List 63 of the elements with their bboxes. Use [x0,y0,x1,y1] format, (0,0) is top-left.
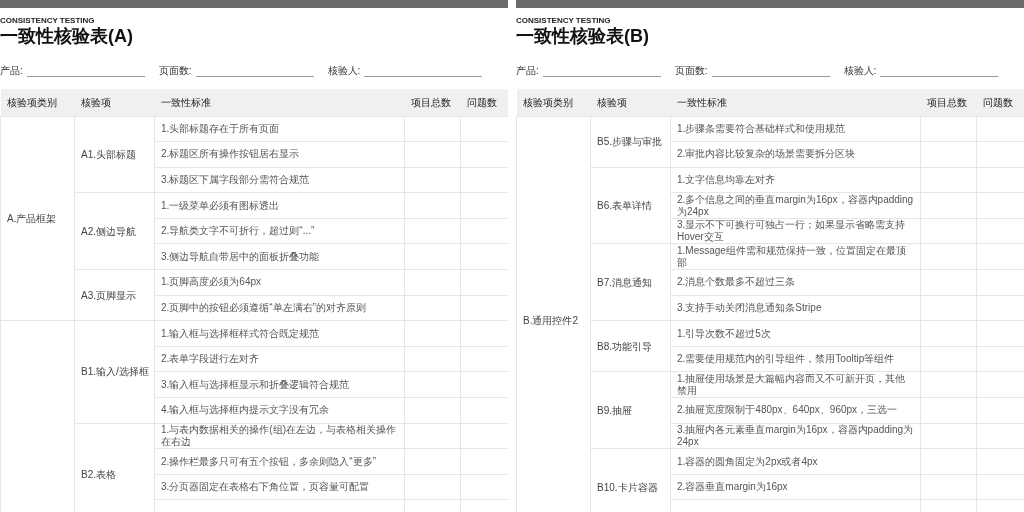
criterion-text: 1.头部标题存在于所有页面 [161,122,280,134]
column-header: 核验项 [74,89,155,116]
column-header: 核验项类别 [516,89,591,116]
criterion-text: 3.标题区下属字段部分需符合规范 [161,174,310,185]
item-label: A3.页脚显示 [81,289,136,301]
criterion-text: 2.容器垂直margin为16px [677,481,788,493]
item-label: B6.表单详情 [597,200,652,212]
field-label: 产品: [516,65,539,77]
criterion-text: 3.支持手动关闭消息通知条Stripe [677,301,822,313]
criterion-text: 2.导航类文字不可折行，超过则“...” [161,225,315,237]
criterion-text: 2.标题区所有操作按钮居右显示 [161,148,300,160]
criterion-text: 3.侧边导航自带居中的面板折叠功能 [161,250,320,262]
item-label: A2.侧边导航 [81,225,136,237]
category-label: A.产品框架 [7,212,57,224]
column-header: 核验项 [590,89,671,116]
criterion-text: 2.页脚中的按钮必须遵循“单左满右”的对齐原则 [161,301,366,313]
item-label: B8.功能引导 [597,340,652,352]
field-label: 核验人: [843,65,877,77]
column-header: 问题数 [976,89,1024,116]
item-label: B9.抽屉 [597,404,632,416]
criterion-text: 3.输入框与选择框显示和折叠逻辑符合规范 [161,378,350,390]
column-header: 一致性标准 [670,89,921,116]
sheet-title: 一致性核验表(A) [0,26,133,46]
item-label: B10.卡片容器 [597,481,658,493]
criterion-text: 3.抽屉内各元素垂直margin为16px，容器内padding为24px [677,423,914,447]
criterion-text: 1.页脚高度必须为64px [161,276,262,288]
criterion-text: 1.文字信息均靠左对齐 [677,174,776,185]
column-header: 项目总数 [404,89,461,116]
eyebrow-text: CONSISTENCY TESTING [0,16,95,26]
criterion-text: 2.消息个数最多不超过三条 [677,276,796,288]
field-label: 页面数: [674,65,708,77]
criterion-text: 3.分页器固定在表格右下角位置，页容量可配置 [161,481,370,493]
criterion-text: 2.需要使用规范内的引导组件，禁用Tooltip等组件 [677,353,895,365]
eyebrow-text: CONSISTENCY TESTING [516,16,611,26]
item-label: B7.消息通知 [597,276,652,288]
item-label: A1.头部标题 [81,148,136,160]
criterion-text: 2.抽屉宽度限制于480px、640px、960px，三选一 [677,404,898,416]
criterion-text: 1.引导次数不超过5次 [677,327,771,339]
criterion-text: 1.步骤条需要符合基础样式和使用规范 [677,122,846,134]
sheet-title: 一致性核验表(B) [516,26,649,46]
criterion-text: 2.操作栏最多只可有五个按钮，多余则隐入“更多” [161,455,376,467]
criterion-text: 2.多个信息之间的垂直margin为16px，容器内padding为24px [677,193,914,217]
category-label: B.通用控件2 [523,315,578,327]
item-label: B1.输入/选择框 [81,366,149,378]
column-header: 核验项类别 [0,89,75,116]
item-label: B5.步骤与审批 [597,136,662,148]
column-header: 项目总数 [920,89,977,116]
criterion-text: 2.审批内容比较复杂的场景需要拆分区块 [677,148,856,160]
criterion-text: 1.抽屉使用场景是大篇幅内容而又不可新开页，其他禁用 [677,372,906,396]
column-header: 问题数 [460,89,508,116]
field-label: 核验人: [327,65,361,77]
criterion-text: 1.一级菜单必须有图标透出 [161,199,280,211]
criterion-text: 1.容器的圆角固定为2px或者4px [677,455,818,467]
criterion-text: 1.与表内数据相关的操作(组)在左边，与表格相关操作在右边 [161,423,396,447]
criterion-text: 1.Message组件需和规范保持一致，位置固定在最顶部 [677,244,906,268]
field-label: 页面数: [158,65,192,77]
criterion-text: 3.显示不下可换行可独占一行；如果显示省略需支持Hover交互 [677,219,906,243]
criterion-text: 1.输入框与选择框样式符合既定规范 [161,327,320,339]
criterion-text: 4.输入框与选择框内提示文字没有冗余 [161,404,330,416]
field-label: 产品: [0,65,23,77]
criterion-text: 2.表单字段进行左对齐 [161,353,260,365]
item-label: B2.表格 [81,468,116,480]
column-header: 一致性标准 [154,89,405,116]
